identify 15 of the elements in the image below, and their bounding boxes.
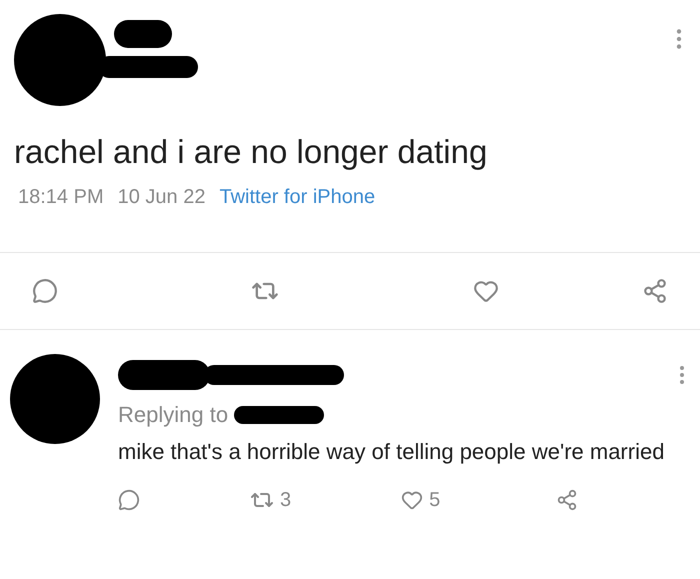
like-icon[interactable]	[472, 278, 499, 304]
reply-icon[interactable]	[32, 278, 58, 304]
tweet-time: 18:14 PM	[18, 185, 104, 210]
reply-text: mike that's a horrible way of telling people we're married	[118, 438, 666, 466]
share-icon[interactable]	[556, 489, 578, 511]
tweet-source[interactable]: Twitter for iPhone	[219, 182, 376, 212]
share-icon[interactable]	[642, 278, 668, 304]
like-count: 5	[429, 488, 440, 513]
like-icon[interactable]	[401, 489, 424, 511]
retweet-count: 3	[280, 488, 292, 513]
reply-icon[interactable]	[118, 489, 140, 511]
tweet-date: 10 Jun 22	[118, 185, 206, 210]
redaction-bar	[114, 20, 172, 48]
replying-to-label: Replying to	[118, 401, 228, 429]
tweet-text: rachel and i are no longer dating	[13, 132, 488, 172]
